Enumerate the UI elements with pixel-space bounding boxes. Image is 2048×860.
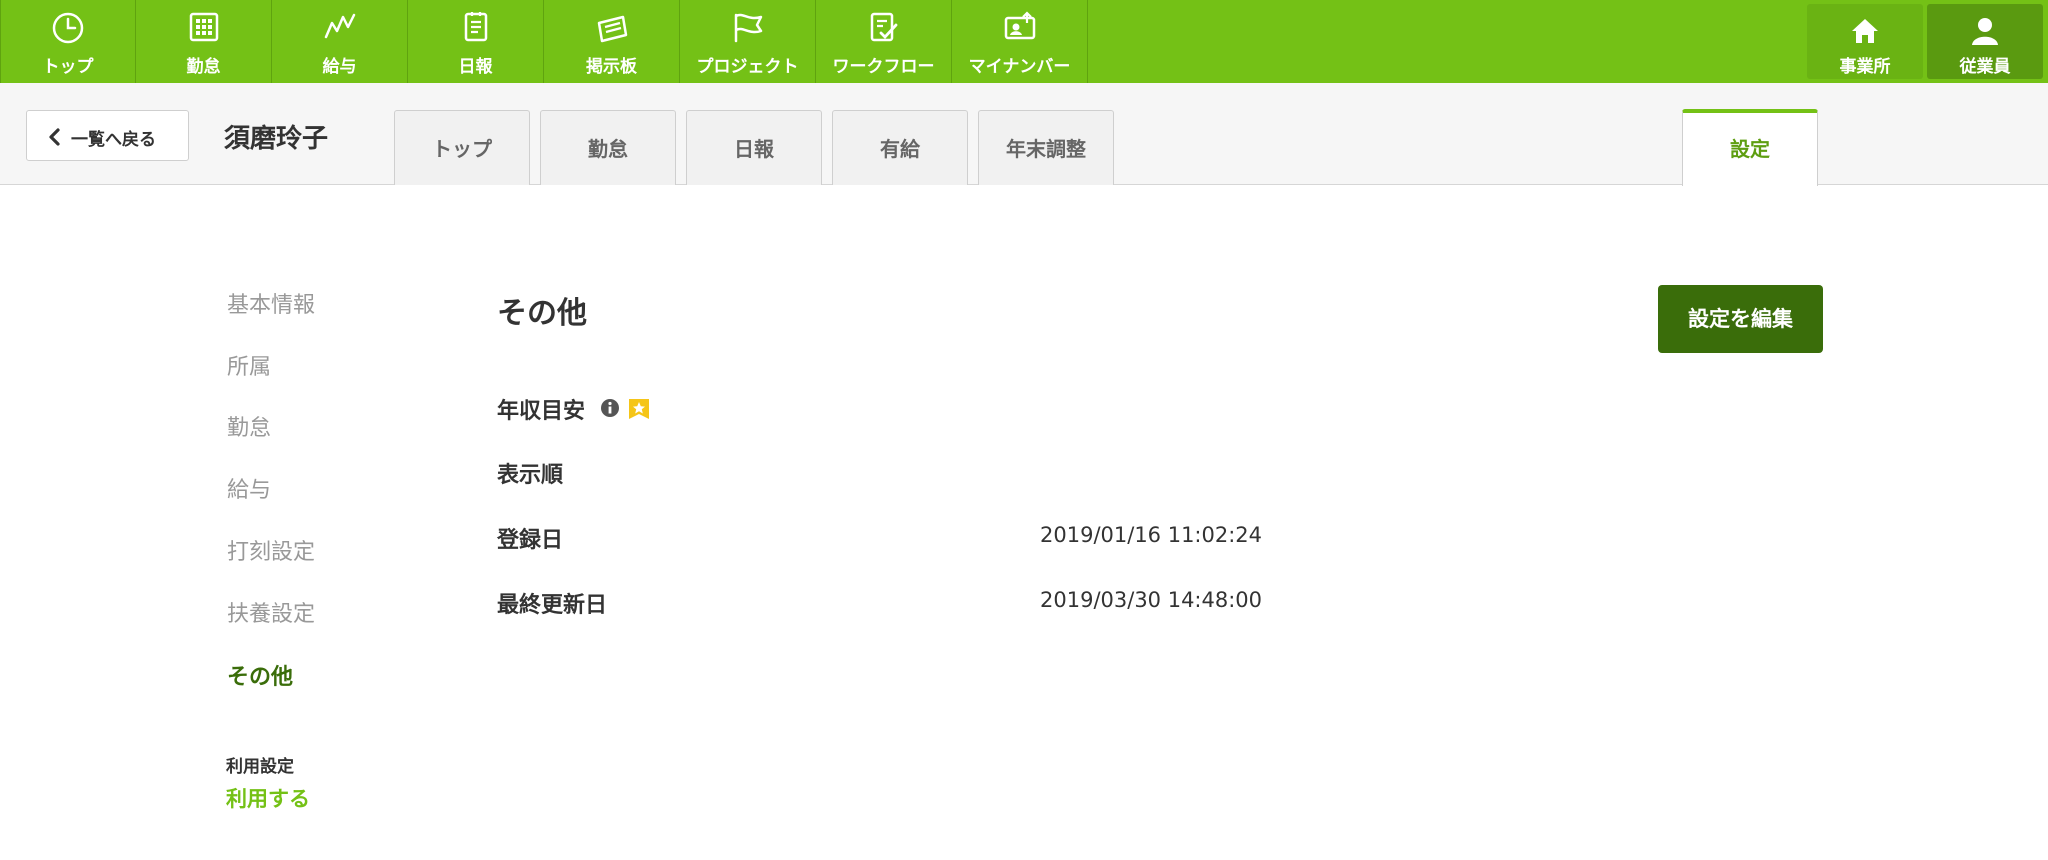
nav-item-salary[interactable]: 給与	[272, 0, 408, 83]
nav-item-label: 掲示板	[586, 57, 637, 77]
chart-line-icon	[324, 13, 355, 39]
side-menu-other[interactable]: その他	[227, 659, 293, 691]
nav-item-label: マイナンバー	[968, 57, 1071, 77]
notepad-icon	[464, 12, 487, 42]
side-menu-attendance[interactable]: 勤怠	[227, 410, 271, 442]
usage-setting-value[interactable]: 利用する	[226, 783, 310, 813]
employee-header: 一覧へ戻る 須磨玲子 トップ 勤怠 日報 有給 年末調整 設定	[0, 83, 2048, 186]
nav-office-button[interactable]: 事業所	[1807, 4, 1923, 79]
board-icon	[597, 15, 627, 43]
flag-icon	[734, 13, 762, 43]
tab-paid-leave[interactable]: 有給	[832, 110, 968, 185]
usage-setting-label: 利用設定	[226, 757, 294, 777]
edit-settings-button[interactable]: 設定を編集	[1658, 285, 1823, 353]
nav-item-attendance[interactable]: 勤怠	[136, 0, 272, 83]
section-title: その他	[497, 296, 587, 331]
field-value-last-updated: 2019/03/30 14:48:00	[1040, 588, 1263, 612]
top-nav: トップ 勤怠 給与 日報 掲示板 プロジェクト ワークフロー マイナンバー 事業…	[0, 0, 2048, 83]
nav-office-label: 事業所	[1839, 57, 1891, 77]
field-label-annual-income: 年収目安	[497, 399, 586, 424]
info-icon[interactable]	[600, 398, 620, 418]
tab-top[interactable]: トップ	[394, 110, 530, 185]
checklist-icon	[870, 12, 897, 42]
nav-item-top[interactable]: トップ	[0, 0, 136, 83]
nav-item-label: トップ	[42, 57, 94, 77]
nav-item-label: プロジェクト	[696, 57, 799, 77]
clock-icon	[52, 12, 84, 44]
side-menu-affiliation[interactable]: 所属	[227, 349, 271, 381]
nav-item-label: ワークフロー	[832, 57, 935, 77]
employee-name: 須磨玲子	[224, 124, 329, 154]
person-icon	[1972, 18, 1998, 45]
nav-item-workflow[interactable]: ワークフロー	[816, 0, 952, 83]
back-to-list-label: 一覧へ戻る	[71, 130, 156, 150]
field-label-last-updated: 最終更新日	[497, 593, 608, 618]
tab-year-end-adjustment[interactable]: 年末調整	[978, 110, 1114, 185]
side-menu-clock-settings[interactable]: 打刻設定	[227, 534, 315, 566]
star-badge-icon	[629, 399, 649, 419]
field-label-registered-date: 登録日	[497, 528, 564, 553]
id-card-icon	[1004, 11, 1035, 40]
tab-attendance[interactable]: 勤怠	[540, 110, 676, 185]
home-icon	[1852, 19, 1878, 43]
field-value-registered-date: 2019/01/16 11:02:24	[1040, 523, 1263, 547]
back-to-list-button[interactable]: 一覧へ戻る	[26, 110, 189, 161]
nav-employee-button[interactable]: 従業員	[1927, 4, 2043, 79]
chevron-left-icon	[49, 128, 60, 146]
nav-item-daily-report[interactable]: 日報	[408, 0, 544, 83]
side-menu-salary[interactable]: 給与	[227, 472, 271, 504]
nav-item-bulletin-board[interactable]: 掲示板	[544, 0, 680, 83]
nav-item-project[interactable]: プロジェクト	[680, 0, 816, 83]
tab-settings[interactable]: 設定	[1682, 109, 1818, 186]
side-menu-basic-info[interactable]: 基本情報	[227, 287, 315, 319]
nav-item-label: 日報	[458, 57, 493, 77]
tab-daily-report[interactable]: 日報	[686, 110, 822, 185]
calendar-grid-icon	[189, 12, 218, 42]
nav-employee-label: 従業員	[1959, 57, 2011, 77]
nav-item-label: 給与	[322, 57, 357, 77]
side-menu-dependents-settings[interactable]: 扶養設定	[227, 596, 315, 628]
nav-item-my-number[interactable]: マイナンバー	[952, 0, 1088, 83]
nav-item-label: 勤怠	[186, 57, 221, 77]
field-label-display-order: 表示順	[497, 463, 564, 488]
